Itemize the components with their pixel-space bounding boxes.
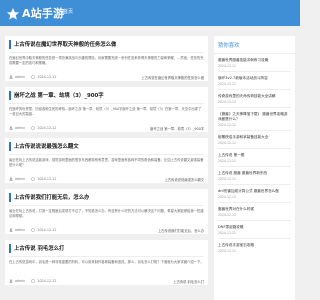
sidebar-item-date: 2024-12-12 <box>218 82 236 86</box>
article-desc: 在崩坏的世界里，历经各种生死的考验…崩坏之战 第一章、劫境（3）_900字崩坏之… <box>9 107 202 116</box>
article-date: 2024-12-12 <box>37 279 57 283</box>
sidebar-title: 猜你喜欢 <box>214 36 295 54</box>
article-desc: 最近在玩上古传说，打到一定程度后发现打不过了，不知道怎么办，有没有什么好的方法可… <box>9 209 204 218</box>
logo-text: A站手游 <box>22 7 65 20</box>
article-tag[interactable]: 上古传说说说最强怎么翻文 <box>164 177 204 182</box>
article-meta: admin 2024-12-12 上古传说我们打能无后，怎么办 <box>5 226 208 234</box>
clock-icon <box>31 279 36 283</box>
sidebar-item-date: 2024-12-12 <box>218 64 236 68</box>
article-desc: 在上古传说游戏中，羽毛是一种非常重要的材料，可以用来制作各种装备和道具。那么，羽… <box>9 260 204 264</box>
article-date: 2024-12-12 <box>37 177 57 181</box>
top-header: A站手游 首页 <box>0 0 300 26</box>
user-icon <box>9 126 13 130</box>
article-title[interactable]: 上古传说我们打能无后，怎么办 <box>14 193 89 201</box>
clock-icon <box>31 126 36 130</box>
article-title-row[interactable]: 上古传说说说最强怎么翻文 <box>5 138 208 154</box>
article-card: 上古传说我们打能无后，怎么办 最近在玩上古传说，打到一定程度后发现打不过了，不知… <box>5 189 208 234</box>
divider <box>218 89 291 90</box>
article-author[interactable]: admin <box>15 75 25 79</box>
article-date: 2024-12-12 <box>37 126 57 130</box>
sidebar-item-date: 2024-12-12 <box>218 141 236 145</box>
article-date: 2024-12-12 <box>37 228 57 232</box>
article-title-row[interactable]: 崩坏之战 第一章、劫境（3）_900字 <box>5 87 208 103</box>
divider <box>218 220 291 221</box>
nav-home-link[interactable]: 首页 <box>63 8 73 15</box>
divider <box>218 166 291 167</box>
article-card: 上古传说 羽毛怎么打 在上古传说游戏中，羽毛是一种非常重要的材料，可以用来制作各… <box>5 240 208 285</box>
sidebar-item-date: 2024-12-12 <box>218 159 236 163</box>
divider <box>218 107 291 108</box>
divider <box>218 71 291 72</box>
divider <box>218 238 291 239</box>
title-accent-bar <box>9 141 11 151</box>
divider <box>218 184 291 185</box>
sidebar-item-date: 2024-12-12 <box>218 177 236 181</box>
article-card: 上古传说在魔幻世界取天神般的任务怎么做 在魔幻世界中取天神般的任务是一项充满挑战… <box>5 36 208 81</box>
article-title-row[interactable]: 上古传说我们打能无后，怎么办 <box>5 189 208 205</box>
article-title[interactable]: 上古传说说说最强怎么翻文 <box>14 142 79 150</box>
article-title[interactable]: 崩坏之战 第一章、劫境（3）_900字 <box>14 91 104 99</box>
article-date: 2024-12-12 <box>37 75 57 79</box>
sidebar-item-date: 2024-12-12 <box>218 195 236 199</box>
sidebar-item-date: 2024-12-12 <box>218 123 236 127</box>
article-meta: admin 2024-12-12 上古传说说说最强怎么翻文 <box>5 175 208 183</box>
article-title[interactable]: 上古传说 羽毛怎么打 <box>14 244 64 252</box>
site-logo[interactable]: A站手游 <box>6 5 64 21</box>
sidebar-item-date: 2024-12-12 <box>218 249 236 253</box>
article-tag[interactable]: 上古传说在魔幻世界取天神般的任务怎么做 <box>141 75 204 80</box>
sidebar-item-date: 2024-12-12 <box>218 100 236 104</box>
article-title[interactable]: 上古传说在魔幻世界取天神般的任务怎么做 <box>14 40 116 48</box>
clock-icon <box>31 228 36 232</box>
article-author[interactable]: admin <box>15 177 25 181</box>
logo-star-icon <box>6 6 20 20</box>
article-desc: 在魔幻世界中取天神般的任务是一项充满挑战与乐趣的冒险，玩家需要完成一系列任务来获… <box>9 56 204 65</box>
article-tag[interactable]: 上古传说我们打能无后，怎么办 <box>158 228 204 233</box>
sidebar-item-date: 2024-12-12 <box>218 231 236 235</box>
article-tag[interactable]: 上古传说 羽毛怎么打 <box>173 279 204 284</box>
title-accent-bar <box>9 90 11 100</box>
title-accent-bar <box>9 192 11 202</box>
article-meta: admin 2024-12-12 上古传说在魔幻世界取天神般的任务怎么做 <box>5 73 208 81</box>
article-title-row[interactable]: 上古传说在魔幻世界取天神般的任务怎么做 <box>5 36 208 52</box>
user-icon <box>9 75 13 79</box>
clock-icon <box>31 177 36 181</box>
article-author[interactable]: admin <box>15 279 25 283</box>
user-icon <box>9 279 13 283</box>
divider <box>218 202 291 203</box>
sidebar-recommend: 猜你喜欢 魔兽世界魔兽技能冲刺练习攻略 2024-12-12 崩坏3v2.7新版… <box>214 36 295 300</box>
article-author[interactable]: admin <box>15 228 25 232</box>
divider <box>218 130 291 131</box>
article-tag[interactable]: 崩坏之战 第一章、劫境（3）_900字 <box>150 126 204 131</box>
article-desc: 最近在玩上古传说这款游戏，感觉游戏里面的很多东西都特别有意思，游戏里面有各种不同… <box>9 158 204 167</box>
sidebar-item[interactable]: 《魔兽》之天神降落下载》 魔兽世界攻略游戏都是什么？ <box>214 112 295 122</box>
sidebar-item-date: 2024-12-12 <box>218 213 236 217</box>
title-accent-bar <box>9 39 11 49</box>
article-meta: admin 2024-12-12 崩坏之战 第一章、劫境（3）_900字 <box>5 124 208 132</box>
user-icon <box>9 177 13 181</box>
article-list: 上古传说在魔幻世界取天神般的任务怎么做 在魔幻世界中取天神般的任务是一项充满挑战… <box>5 36 208 291</box>
article-author[interactable]: admin <box>15 126 25 130</box>
user-icon <box>9 228 13 232</box>
article-card: 上古传说说说最强怎么翻文 最近在玩上古传说这款游戏，感觉游戏里面的很多东西都特别… <box>5 138 208 183</box>
title-accent-bar <box>9 243 11 253</box>
divider <box>218 148 291 149</box>
article-title-row[interactable]: 上古传说 羽毛怎么打 <box>5 240 208 256</box>
article-card: 崩坏之战 第一章、劫境（3）_900字 在崩坏的世界里，历经各种生死的考验…崩坏… <box>5 87 208 132</box>
clock-icon <box>31 75 36 79</box>
article-meta: admin 2024-12-12 上古传说 羽毛怎么打 <box>5 277 208 285</box>
